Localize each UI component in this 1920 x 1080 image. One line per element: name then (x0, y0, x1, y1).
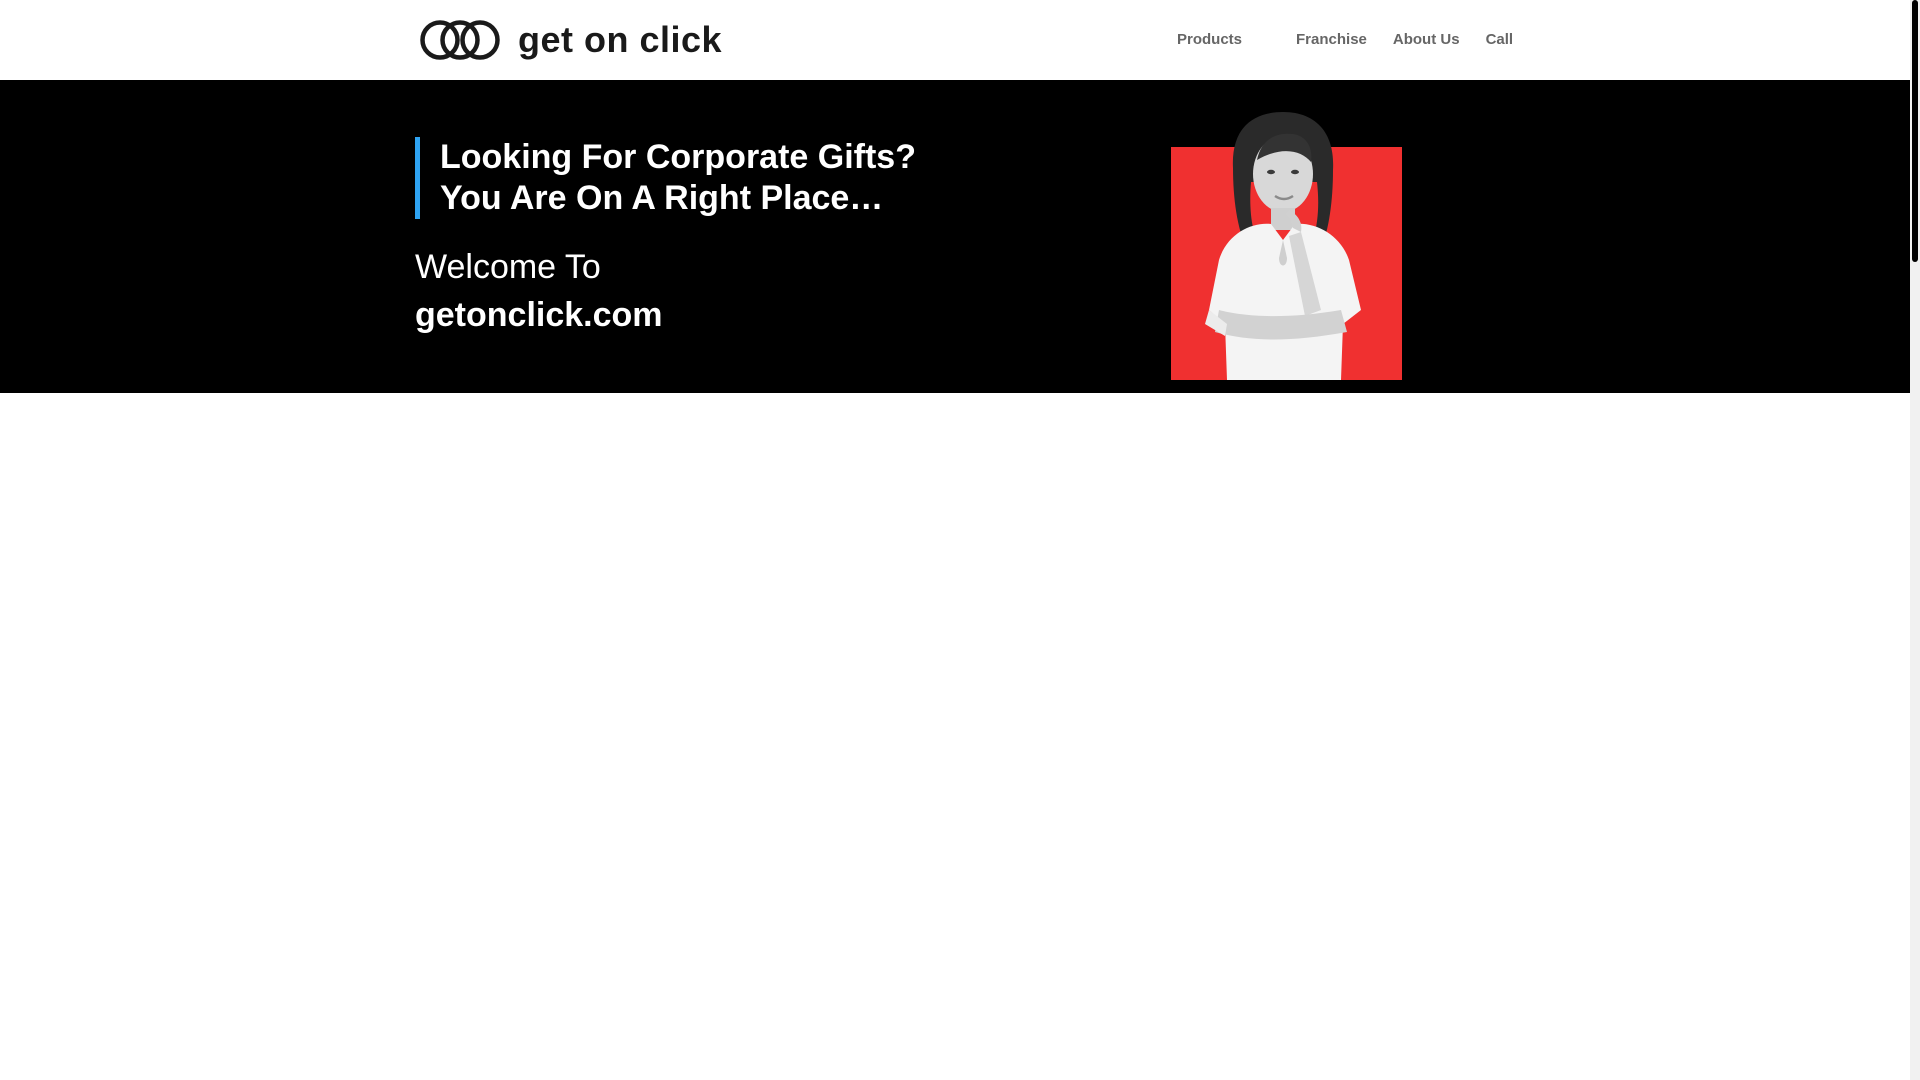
nav-item-call[interactable]: Call (1486, 28, 1514, 52)
site-header: get on click Products Franchise About Us… (0, 0, 1910, 81)
welcome-text: Welcome To (415, 248, 601, 286)
nav-item-about-us[interactable]: About Us (1393, 28, 1460, 52)
woman-portrait-image (1171, 112, 1402, 380)
scrollbar-thumb[interactable] (1912, 0, 1918, 262)
three-interlocked-rings-icon (420, 20, 500, 60)
page-scrollbar[interactable] (1910, 0, 1920, 1080)
logo-text: get on click (518, 19, 723, 60)
hero-headline: Looking For Corporate Gifts? You Are On … (415, 137, 916, 219)
logo-link[interactable]: get on click (418, 18, 722, 62)
nav-item-franchise[interactable]: Franchise (1296, 28, 1367, 52)
main-nav: Products Franchise About Us Call (1170, 28, 1513, 52)
site-name: getonclick.com (415, 296, 663, 334)
hero-headline-line-2: You Are On A Right Place… (440, 179, 884, 217)
hero-headline-line-1: Looking For Corporate Gifts? (440, 138, 916, 176)
hero-banner: Looking For Corporate Gifts? You Are On … (0, 80, 1910, 393)
nav-item-products[interactable]: Products (1177, 28, 1270, 52)
page: get on click Products Franchise About Us… (0, 0, 1910, 1080)
